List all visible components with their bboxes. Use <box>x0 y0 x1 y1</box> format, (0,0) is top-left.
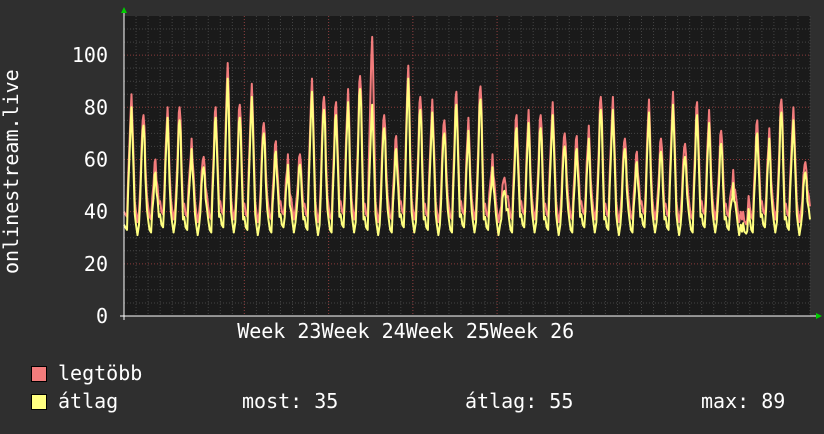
y-tick-label: 20 <box>84 252 108 276</box>
y-axis-label: onlinestream.live <box>0 69 23 274</box>
y-tick-label: 40 <box>84 200 108 224</box>
chart: 0 20 40 60 80 100 Week 23 Week 24 Week 25 Week 2… <box>0 0 824 430</box>
x-tick-label: Week 26 <box>490 319 574 343</box>
y-tick-labels: 0 20 40 60 80 100 <box>72 43 108 328</box>
y-tick-label: 100 <box>72 43 108 67</box>
now-value: most: 35 <box>242 389 339 413</box>
max-value: max: 89 <box>701 389 786 413</box>
atlag-label: átlag <box>58 389 119 413</box>
y-tick-label: 60 <box>84 147 108 171</box>
y-tick-label: 0 <box>96 304 108 328</box>
y-tick-label: 80 <box>84 95 108 119</box>
avg-value: átlag: 55 <box>465 389 574 413</box>
legtobb-swatch <box>31 366 47 382</box>
x-tick-label: Week 23 <box>237 319 321 343</box>
x-tick-label: Week 24 <box>321 319 405 343</box>
x-tick-label: Week 25 <box>406 319 490 343</box>
legtobb-label: legtöbb <box>58 361 143 385</box>
x-tick-labels: Week 23 Week 24 Week 25 Week 26 <box>237 319 574 343</box>
atlag-swatch <box>31 394 47 410</box>
y-axis-arrow <box>121 7 127 13</box>
x-axis-arrow <box>816 313 822 319</box>
